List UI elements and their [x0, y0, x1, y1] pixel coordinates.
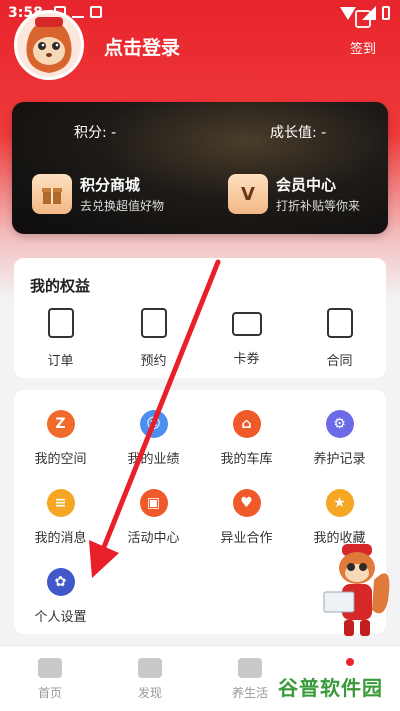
- discover-icon: [138, 658, 162, 678]
- car-icon: [38, 658, 62, 678]
- battery-icon: [382, 6, 390, 20]
- rights-item-appointment[interactable]: 预约: [119, 308, 189, 369]
- member-center-subtitle: 打折补贴等你来: [276, 199, 361, 213]
- favorite-icon: ★: [325, 489, 354, 517]
- service-label: 异业合作: [220, 531, 273, 546]
- rights-item-order[interactable]: 订单: [26, 308, 96, 369]
- app-icon: [90, 6, 102, 18]
- performance-icon: ☺: [139, 410, 168, 438]
- calendar-icon: [355, 10, 371, 28]
- mine-icon: [346, 658, 354, 666]
- rights-item-label: 合同: [326, 354, 353, 369]
- points-stat[interactable]: 积分: -: [74, 122, 116, 142]
- nav-discover[interactable]: 发现: [100, 646, 200, 711]
- service-label: 活动中心: [127, 531, 180, 546]
- appointment-icon: [140, 308, 167, 338]
- mascot-illustration: [323, 544, 390, 636]
- service-label: 我的业绩: [127, 452, 180, 467]
- life-icon: [238, 658, 262, 678]
- contract-icon: [326, 308, 353, 338]
- rights-item-label: 订单: [47, 354, 74, 369]
- service-settings[interactable]: ✿ 个人设置: [14, 568, 107, 625]
- service-message[interactable]: ≡ 我的消息: [14, 489, 107, 546]
- service-performance[interactable]: ☺ 我的业绩: [107, 410, 200, 467]
- cooperation-icon: ♥: [232, 489, 261, 517]
- maintenance-icon: ⚙: [325, 410, 354, 438]
- login-prompt[interactable]: 点击登录: [104, 33, 180, 60]
- gift-icon: [32, 174, 72, 214]
- nav-home[interactable]: 首页: [0, 646, 100, 711]
- rights-item-coupon[interactable]: 卡券: [212, 308, 282, 369]
- settings-icon: ✿: [46, 568, 75, 596]
- rights-item-contract[interactable]: 合同: [305, 308, 375, 369]
- points-mall-subtitle: 去兑换超值好物: [80, 199, 165, 213]
- service-space[interactable]: Z 我的空间: [14, 410, 107, 467]
- vip-icon: V: [228, 174, 268, 214]
- points-mall-entry[interactable]: 积分商城 去兑换超值好物: [32, 172, 164, 216]
- service-label: 我的消息: [34, 531, 87, 546]
- garage-icon: ⌂: [232, 410, 261, 438]
- activity-icon: ▣: [139, 489, 168, 517]
- service-label: 我的空间: [34, 452, 87, 467]
- service-label: 养护记录: [313, 452, 366, 467]
- space-icon: Z: [46, 410, 75, 438]
- points-mall-title: 积分商城: [80, 176, 141, 194]
- service-label: 我的车库: [220, 452, 273, 467]
- service-label: 个人设置: [34, 610, 87, 625]
- rights-title: 我的权益: [30, 277, 91, 295]
- rights-item-label: 预约: [140, 354, 167, 369]
- watermark: 谷普软件园: [278, 676, 383, 700]
- signin-button[interactable]: 签到: [346, 10, 380, 57]
- service-cooperation[interactable]: ♥ 异业合作: [200, 489, 293, 546]
- member-card: 积分: - 成长值: - 积分商城 去兑换超值好物 V 会员中心 打折补贴等你来: [12, 102, 388, 234]
- mascot-avatar-icon: [17, 13, 81, 77]
- service-activity[interactable]: ▣ 活动中心: [107, 489, 200, 546]
- avatar[interactable]: [14, 10, 84, 80]
- service-maintenance[interactable]: ⚙ 养护记录: [293, 410, 386, 467]
- coupon-icon: [231, 312, 262, 336]
- rights-item-label: 卡券: [233, 352, 260, 367]
- service-favorite[interactable]: ★ 我的收藏: [293, 489, 386, 546]
- service-garage[interactable]: ⌂ 我的车库: [200, 410, 293, 467]
- member-center-entry[interactable]: V 会员中心 打折补贴等你来: [228, 172, 360, 216]
- nav-label: 发现: [137, 686, 162, 700]
- growth-stat[interactable]: 成长值: -: [270, 122, 326, 142]
- signin-label: 签到: [349, 42, 376, 57]
- order-icon: [47, 308, 74, 338]
- nav-label: 首页: [37, 686, 62, 700]
- message-icon: ≡: [46, 489, 75, 517]
- member-center-title: 会员中心: [276, 176, 337, 194]
- download-icon: [72, 6, 84, 18]
- nav-label: 养生活: [231, 686, 268, 700]
- my-rights-panel: 我的权益 订单 预约 卡券 合同: [14, 258, 386, 378]
